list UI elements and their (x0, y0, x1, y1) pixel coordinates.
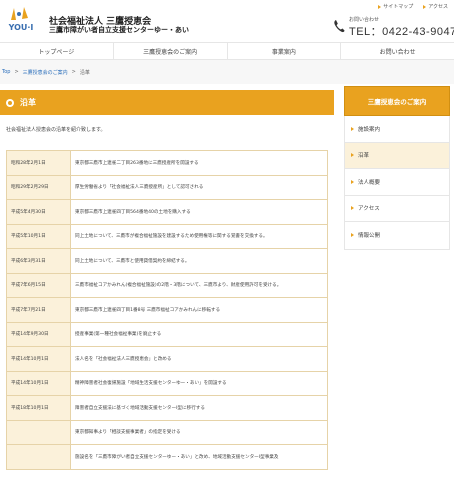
sidebar-item-label: 施設案内 (358, 126, 381, 133)
svg-text:YOU·I: YOU·I (8, 23, 34, 32)
sitemap-link-label: サイトマップ (383, 4, 414, 10)
breadcrumb-separator: > (71, 69, 76, 75)
top-links: サイトマップ アクセス (378, 3, 448, 10)
history-date (6, 444, 71, 470)
history-date: 平成6年3月31日 (6, 248, 71, 274)
triangle-right-icon (351, 126, 354, 131)
history-table: 昭和28年2月1日 東京都三鷹市上連雀二丁目263番地に三鷹授産所を開設する 昭和2… (6, 150, 328, 470)
history-date: 昭和29年2月29日 (6, 174, 71, 200)
history-event: 授産事業(第一種社会福祉事業)を廃止する (70, 321, 328, 347)
triangle-right-icon (351, 153, 354, 158)
history-event: 東京都三鷹市上連雀四丁目1番8号 三鷹市福祉コアかみれんに移転する (70, 297, 328, 323)
phone-icon (334, 20, 345, 33)
table-row: 平成14年10月1日 精神障害者社会復帰施設「地域生活支援センターゆー・あい」を開… (6, 370, 328, 396)
nav-item-about[interactable]: 三鷹授恵会のご案内 (114, 43, 228, 59)
logo-icon[interactable]: YOU·I (4, 4, 38, 38)
circle-bullet-icon (6, 98, 14, 107)
triangle-right-icon (351, 233, 354, 238)
nav-item-contact[interactable]: お問い合わせ (341, 43, 454, 59)
history-date: 平成7年7月21日 (6, 297, 71, 323)
contact-label: お問い合わせ (349, 17, 380, 23)
breadcrumb-about[interactable]: 三鷹授恵会のご案内 (23, 69, 68, 76)
sidebar-item-access[interactable]: アクセス (345, 195, 449, 222)
sidebar-title[interactable]: 三鷹授恵会のご案内 (344, 86, 450, 116)
table-row: 平成18年10月1日 障害者自立支援法に基づく地域活動支援センターⅠ型に移行する (6, 395, 328, 421)
history-event: 三鷹市福祉コアかみれん(複合福祉施設)の2階・3階について、三鷹市より、財産使用… (70, 272, 328, 298)
page-title: 沿革 (20, 98, 36, 107)
triangle-right-icon (378, 4, 382, 9)
history-event: 法人名を「社会福祉法人三鷹授恵会」と改める (70, 346, 328, 372)
history-event: 厚生労働省より「社会福祉法人三鷹授産所」として認可される (70, 174, 328, 200)
table-row: 平成14年9月30日 授産事業(第一種社会福祉事業)を廃止する (6, 321, 328, 347)
nav-item-top[interactable]: トップページ (0, 43, 114, 59)
history-date: 平成7年6月15日 (6, 272, 71, 298)
history-event: 東京都知事より「相談支援事業者」の指定を受ける (70, 419, 328, 445)
main-content: 沿革 社会福祉法人授恵会の沿革を紹介致します。 昭和28年2月1日 東京都三鷹市上… (0, 84, 334, 484)
table-row: 東京都知事より「相談支援事業者」の指定を受ける (6, 419, 328, 445)
history-date: 昭和28年2月1日 (6, 150, 71, 176)
table-row: 施設名を「三鷹市障がい者自立支援センターゆー・あい」と改め、地域活動支援センター… (6, 444, 328, 470)
org-subtitle: 三鷹市障がい者自立支援センターゆー・あい (49, 25, 189, 34)
sidebar-item-history[interactable]: 沿革 (345, 142, 449, 169)
sidebar-list: 施設案内沿革法人概要アクセス情報公開 (344, 116, 450, 250)
phone-number: TEL：0422-43-9047 (349, 26, 454, 38)
table-row: 平成6年3月31日 同上土地について、三鷹市と使用貸借契約を締結する。 (6, 248, 328, 274)
intro-text: 社会福祉法人授恵会の沿革を紹介致します。 (6, 127, 106, 133)
triangle-right-icon (351, 179, 354, 184)
sidebar-item-label: 沿革 (358, 153, 370, 160)
nav-item-services[interactable]: 事業案内 (228, 43, 342, 59)
breadcrumb-top[interactable]: Top (2, 69, 10, 75)
history-event: 施設名を「三鷹市障がい者自立支援センターゆー・あい」と改め、地域活動支援センター… (70, 444, 328, 470)
sidebar-item-disclosure[interactable]: 情報公開 (345, 222, 449, 249)
table-row: 平成5年4月30日 東京都三鷹市上連雀四丁目564番地40の土地を購入する (6, 199, 328, 225)
history-event: 東京都三鷹市上連雀四丁目564番地40の土地を購入する (70, 199, 328, 225)
history-event: 東京都三鷹市上連雀二丁目263番地に三鷹授産所を開設する (70, 150, 328, 176)
sidebar-item-facility[interactable]: 施設案内 (345, 116, 449, 143)
history-date (6, 419, 71, 445)
breadcrumb-current: 沿革 (79, 69, 90, 76)
table-row: 昭和28年2月1日 東京都三鷹市上連雀二丁目263番地に三鷹授産所を開設する (6, 150, 328, 176)
history-date: 平成18年10月1日 (6, 395, 71, 421)
table-row: 平成7年6月15日 三鷹市福祉コアかみれん(複合福祉施設)の2階・3階について、三… (6, 272, 328, 298)
sitemap-link[interactable]: サイトマップ (378, 3, 413, 10)
table-row: 平成14年10月1日 法人名を「社会福祉法人三鷹授恵会」と改める (6, 346, 328, 372)
page-title-bar: 沿革 (0, 90, 334, 115)
sidebar-item-label: アクセス (358, 206, 380, 213)
site-header: YOU·I 社会福祉法人 三鷹授恵会 三鷹市障がい者自立支援センターゆー・あい … (0, 0, 454, 42)
sidebar-item-profile[interactable]: 法人概要 (345, 169, 449, 196)
history-event: 障害者自立支援法に基づく地域活動支援センターⅠ型に移行する (70, 395, 328, 421)
access-link-label: アクセス (428, 4, 448, 10)
sidebar: 三鷹授恵会のご案内 施設案内沿革法人概要アクセス情報公開 (344, 86, 450, 286)
triangle-right-icon (423, 4, 427, 9)
table-row: 昭和29年2月29日 厚生労働省より「社会福祉法人三鷹授産所」として認可される (6, 174, 328, 200)
main-nav: トップページ 三鷹授恵会のご案内 事業案内 お問い合わせ (0, 42, 454, 60)
history-date: 平成5年10月1日 (6, 223, 71, 249)
history-date: 平成5年4月30日 (6, 199, 71, 225)
history-event: 同上土地について、三鷹市が複合福祉施設を建設するため使用権等に関する覚書を交換す… (70, 223, 328, 249)
history-event: 同上土地について、三鷹市と使用貸借契約を締結する。 (70, 248, 328, 274)
table-row: 平成5年10月1日 同上土地について、三鷹市が複合福祉施設を建設するため使用権等に… (6, 223, 328, 249)
contact-box[interactable]: お問い合わせ TEL：0422-43-9047 (330, 16, 454, 38)
history-date: 平成14年10月1日 (6, 370, 71, 396)
history-event: 精神障害者社会復帰施設「地域生活支援センターゆー・あい」を開設する (70, 370, 328, 396)
sidebar-item-label: 情報公開 (358, 233, 381, 240)
triangle-right-icon (351, 206, 354, 211)
table-row: 平成7年7月21日 東京都三鷹市上連雀四丁目1番8号 三鷹市福祉コアかみれんに移転… (6, 297, 328, 323)
access-link[interactable]: アクセス (423, 3, 448, 10)
breadcrumb-separator: > (14, 69, 19, 75)
sidebar-item-label: 法人概要 (358, 179, 381, 186)
history-date: 平成14年9月30日 (6, 321, 71, 347)
history-date: 平成14年10月1日 (6, 346, 71, 372)
breadcrumb: Top > 三鷹授恵会のご案内 > 沿革 (0, 60, 454, 84)
